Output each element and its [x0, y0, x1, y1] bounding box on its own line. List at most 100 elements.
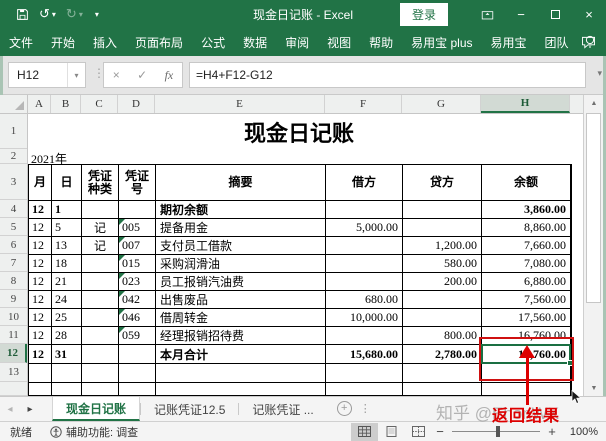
table-cell[interactable]: [82, 345, 119, 364]
vertical-scrollbar-thumb[interactable]: [586, 113, 601, 303]
table-cell[interactable]: [403, 309, 482, 327]
table-header-cell[interactable]: 日: [52, 165, 82, 201]
table-cell[interactable]: [119, 383, 156, 396]
column-header-C[interactable]: C: [81, 95, 118, 113]
sheet-tab-2[interactable]: 记账凭证 ...: [239, 397, 326, 421]
table-cell[interactable]: 期初余额: [156, 201, 326, 219]
table-cell[interactable]: 员工报销汽油费: [156, 273, 326, 291]
table-cell[interactable]: [52, 364, 82, 383]
zoom-slider[interactable]: [452, 431, 540, 432]
table-cell[interactable]: 8,860.00: [482, 219, 571, 237]
table-cell[interactable]: 059: [119, 327, 156, 345]
table-header-cell[interactable]: 凭证 种类: [82, 165, 119, 201]
table-cell[interactable]: 13: [52, 237, 82, 255]
table-cell[interactable]: [156, 383, 326, 396]
table-cell[interactable]: [403, 383, 482, 396]
table-cell[interactable]: [82, 255, 119, 273]
row-header-2[interactable]: 2: [0, 149, 27, 164]
table-cell[interactable]: 采购润滑油: [156, 255, 326, 273]
row-header-5[interactable]: 5: [0, 218, 27, 236]
ribbon-tab-11[interactable]: 团队: [536, 28, 578, 56]
save-icon[interactable]: [12, 3, 33, 25]
table-cell[interactable]: [156, 364, 326, 383]
table-cell[interactable]: [82, 291, 119, 309]
table-cell[interactable]: 015: [119, 255, 156, 273]
sign-in-button[interactable]: 登录: [400, 3, 448, 26]
table-cell[interactable]: 3,860.00: [482, 201, 571, 219]
zoom-out-icon[interactable]: −: [432, 424, 448, 439]
table-cell[interactable]: [29, 364, 52, 383]
table-cell[interactable]: 005: [119, 219, 156, 237]
table-cell[interactable]: 18: [52, 255, 82, 273]
table-cell[interactable]: 12: [29, 273, 52, 291]
name-box[interactable]: H12 ▾: [8, 62, 86, 88]
table-cell[interactable]: [326, 255, 403, 273]
table-cell[interactable]: [403, 364, 482, 383]
table-cell[interactable]: 12: [29, 219, 52, 237]
column-header-H[interactable]: H: [481, 95, 570, 113]
table-cell[interactable]: [82, 383, 119, 396]
table-cell[interactable]: [29, 383, 52, 396]
table-header-cell[interactable]: 摘要: [156, 165, 326, 201]
table-cell[interactable]: 023: [119, 273, 156, 291]
row-header-9[interactable]: 9: [0, 290, 27, 308]
table-cell[interactable]: 28: [52, 327, 82, 345]
table-cell[interactable]: 25: [52, 309, 82, 327]
table-cell[interactable]: 7,660.00: [482, 237, 571, 255]
row-header-8[interactable]: 8: [0, 272, 27, 290]
table-cell[interactable]: 5: [52, 219, 82, 237]
table-cell[interactable]: 12: [29, 327, 52, 345]
ribbon-tab-3[interactable]: 页面布局: [126, 28, 192, 56]
table-header-cell[interactable]: 月: [29, 165, 52, 201]
scroll-down-icon[interactable]: ▼: [584, 380, 604, 396]
table-cell[interactable]: 出售废品: [156, 291, 326, 309]
table-cell[interactable]: [82, 309, 119, 327]
ribbon-tab-10[interactable]: 易用宝: [482, 28, 536, 56]
ribbon-tab-4[interactable]: 公式: [192, 28, 234, 56]
table-cell[interactable]: 046: [119, 309, 156, 327]
table-cell[interactable]: [52, 383, 82, 396]
customize-toolbar-icon[interactable]: ▾: [89, 3, 103, 25]
table-cell[interactable]: 12: [29, 237, 52, 255]
column-header-F[interactable]: F: [325, 95, 402, 113]
table-cell[interactable]: 支付员工借款: [156, 237, 326, 255]
table-cell[interactable]: 记: [82, 219, 119, 237]
table-cell[interactable]: 提备用金: [156, 219, 326, 237]
table-cell[interactable]: 800.00: [403, 327, 482, 345]
table-cell[interactable]: 2,780.00: [403, 345, 482, 364]
table-cell[interactable]: 本月合计: [156, 345, 326, 364]
table-cell[interactable]: [403, 291, 482, 309]
table-cell[interactable]: [326, 201, 403, 219]
column-header-D[interactable]: D: [118, 95, 155, 113]
table-cell[interactable]: 经理报销招待费: [156, 327, 326, 345]
cancel-entry-icon[interactable]: ×: [113, 68, 120, 82]
table-cell[interactable]: 记: [82, 237, 119, 255]
sheet-tab-0[interactable]: 现金日记账: [52, 397, 140, 421]
row-header-11[interactable]: 11: [0, 326, 27, 344]
table-cell[interactable]: 借周转金: [156, 309, 326, 327]
table-cell[interactable]: [82, 201, 119, 219]
name-box-dropdown-icon[interactable]: ▾: [67, 63, 85, 87]
column-header-B[interactable]: B: [51, 95, 81, 113]
scroll-up-icon[interactable]: ▲: [584, 95, 604, 111]
page-break-view-icon[interactable]: [405, 423, 432, 441]
ribbon-tab-5[interactable]: 数据: [234, 28, 276, 56]
table-cell[interactable]: [403, 201, 482, 219]
formula-bar-expand-icon[interactable]: ▾: [597, 68, 602, 79]
undo-icon[interactable]: ↺▾: [35, 3, 60, 25]
table-cell[interactable]: 12: [29, 309, 52, 327]
table-cell[interactable]: 10,000.00: [326, 309, 403, 327]
row-header-4[interactable]: 4: [0, 200, 27, 218]
ribbon-tab-7[interactable]: 视图: [318, 28, 360, 56]
sheet-tab-1[interactable]: 记账凭证12.5: [141, 397, 238, 421]
row-header-10[interactable]: 10: [0, 308, 27, 326]
column-header-A[interactable]: A: [28, 95, 51, 113]
table-cell[interactable]: 007: [119, 237, 156, 255]
table-cell[interactable]: 31: [52, 345, 82, 364]
table-cell[interactable]: [82, 273, 119, 291]
table-header-cell[interactable]: 余额: [482, 165, 571, 201]
zoom-level-label[interactable]: 100%: [560, 426, 598, 438]
column-header-G[interactable]: G: [402, 95, 481, 113]
table-cell[interactable]: 12: [29, 291, 52, 309]
page-layout-view-icon[interactable]: [378, 423, 405, 441]
